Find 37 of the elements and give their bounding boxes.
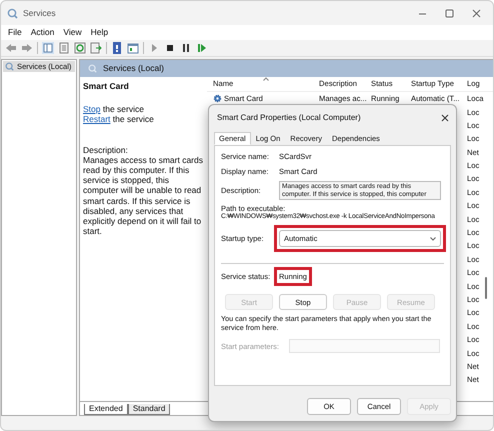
action-link[interactable]: Stop <box>83 104 100 114</box>
services-icon <box>7 8 18 18</box>
services-icon <box>5 62 14 72</box>
view-tab[interactable]: Extended <box>84 404 128 415</box>
maximize-icon[interactable] <box>445 8 454 18</box>
description-label: Description: <box>83 144 129 155</box>
window-title: Services <box>23 8 56 18</box>
action-line: Stop the service <box>83 104 145 114</box>
description-text: Manages access to smart cards read by this computer. If this service is stopped, this computer will be unable to read smart cards. If this service is disabled, any services that explicitly depend on it will fail to start. <box>83 154 203 236</box>
menu-item[interactable]: View <box>63 27 82 38</box>
scrollbar-thumb[interactable] <box>485 277 487 299</box>
close-icon[interactable] <box>441 114 449 122</box>
action-line: Restart the service <box>83 114 155 125</box>
menu-item[interactable]: File <box>8 27 22 38</box>
close-icon[interactable] <box>472 8 481 18</box>
menu-item[interactable]: Help <box>90 27 108 38</box>
pause-icon[interactable] <box>180 42 192 54</box>
sort-icon <box>263 77 269 81</box>
properties-icon[interactable] <box>58 42 70 54</box>
back-arrow-icon[interactable] <box>5 42 17 54</box>
export-icon[interactable] <box>90 42 102 54</box>
panel-title: Services (Local) <box>103 63 164 74</box>
services-icon <box>88 64 97 73</box>
console-icon[interactable] <box>127 42 139 54</box>
help-icon[interactable] <box>111 42 123 54</box>
forward-arrow-icon[interactable] <box>21 42 33 54</box>
action-link[interactable]: Restart <box>83 114 110 124</box>
resume-icon[interactable] <box>196 42 208 54</box>
service-title: Smart Card <box>83 81 130 92</box>
menu-item[interactable]: Action <box>30 27 54 38</box>
gear-icon <box>213 94 222 104</box>
refresh-icon[interactable] <box>74 42 86 54</box>
view-tab[interactable]: Standard <box>128 404 170 415</box>
dialog-title: Smart Card Properties (Local Computer) <box>217 113 361 123</box>
caret-icon <box>430 236 436 241</box>
stop-icon[interactable] <box>164 42 176 54</box>
console-tree-icon[interactable] <box>42 42 54 54</box>
